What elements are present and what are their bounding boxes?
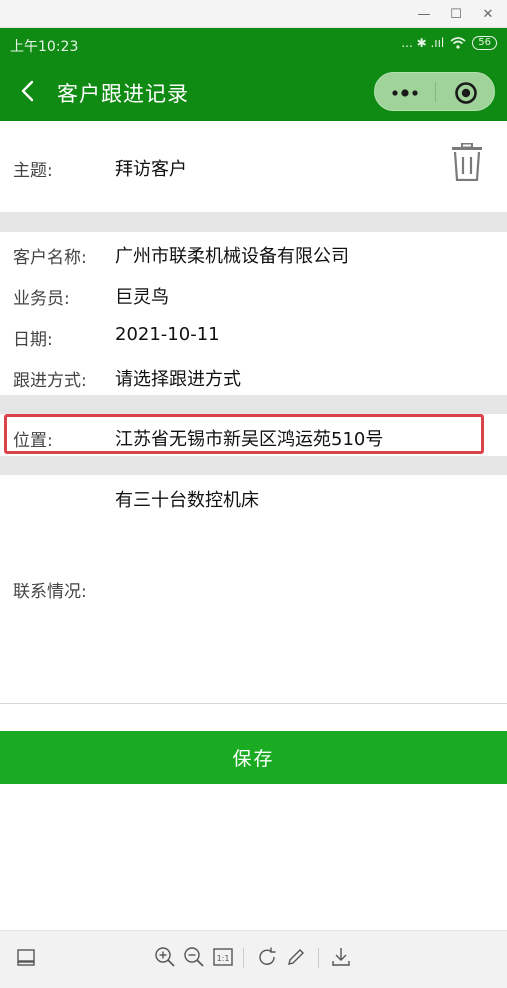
- date-value[interactable]: 2021-10-11: [115, 324, 220, 345]
- zoom-in-icon[interactable]: [153, 945, 177, 969]
- miniprogram-capsule: [374, 72, 495, 111]
- location-highlight-box: [4, 414, 484, 454]
- toolbar-separator: [318, 948, 319, 968]
- zoom-out-icon[interactable]: [182, 945, 206, 969]
- page-title: 客户跟进记录: [57, 82, 189, 106]
- status-icons: ... ✱ .ııl 56: [401, 36, 497, 50]
- miniprogram-close-button[interactable]: [436, 73, 496, 112]
- download-icon[interactable]: [329, 945, 353, 969]
- status-time: 上午10:23: [10, 39, 79, 55]
- divider: [0, 703, 507, 704]
- target-close-icon: [455, 81, 477, 104]
- edit-pencil-icon[interactable]: [284, 945, 308, 969]
- bottom-toolbar: 1:1: [0, 930, 507, 988]
- toolbar-separator: [243, 948, 244, 968]
- status-bar: 上午10:23 ... ✱ .ııl 56: [0, 28, 507, 62]
- window-title-bar: — ☐ ✕: [0, 0, 507, 28]
- more-button[interactable]: [375, 73, 435, 112]
- layout-icon[interactable]: [14, 945, 38, 969]
- salesperson-value[interactable]: 巨灵鸟: [115, 283, 169, 309]
- actual-size-icon[interactable]: 1:1: [211, 945, 235, 969]
- date-label: 日期:: [13, 330, 53, 350]
- trash-icon[interactable]: [449, 143, 485, 181]
- back-arrow-icon[interactable]: [14, 76, 42, 106]
- subject-value[interactable]: 拜访客户: [115, 155, 187, 181]
- section-separator: [0, 395, 507, 414]
- salesperson-label: 业务员:: [13, 289, 70, 309]
- wifi-icon: [450, 37, 466, 49]
- section-separator: [0, 456, 507, 475]
- signal-icon: ... ✱ .ııl: [401, 36, 445, 50]
- rotate-icon[interactable]: [255, 945, 279, 969]
- more-dots-icon: [392, 88, 418, 97]
- nav-bar: 客户跟进记录: [0, 62, 507, 121]
- window-close-button[interactable]: ✕: [472, 0, 504, 28]
- window-minimize-button[interactable]: —: [408, 0, 440, 28]
- contact-situation-textarea[interactable]: 有三十台数控机床: [115, 486, 259, 512]
- customer-name-label: 客户名称:: [13, 248, 87, 268]
- customer-name-value[interactable]: 广州市联柔机械设备有限公司: [115, 242, 349, 268]
- svg-text:1:1: 1:1: [217, 954, 230, 963]
- window-maximize-button[interactable]: ☐: [440, 0, 472, 28]
- follow-method-label: 跟进方式:: [13, 371, 87, 391]
- save-button[interactable]: 保存: [0, 731, 507, 784]
- battery-icon: 56: [472, 36, 497, 50]
- subject-label: 主题:: [13, 161, 53, 181]
- follow-method-select[interactable]: 请选择跟进方式: [115, 365, 241, 391]
- contact-situation-label: 联系情况:: [13, 582, 87, 602]
- section-separator: [0, 212, 507, 232]
